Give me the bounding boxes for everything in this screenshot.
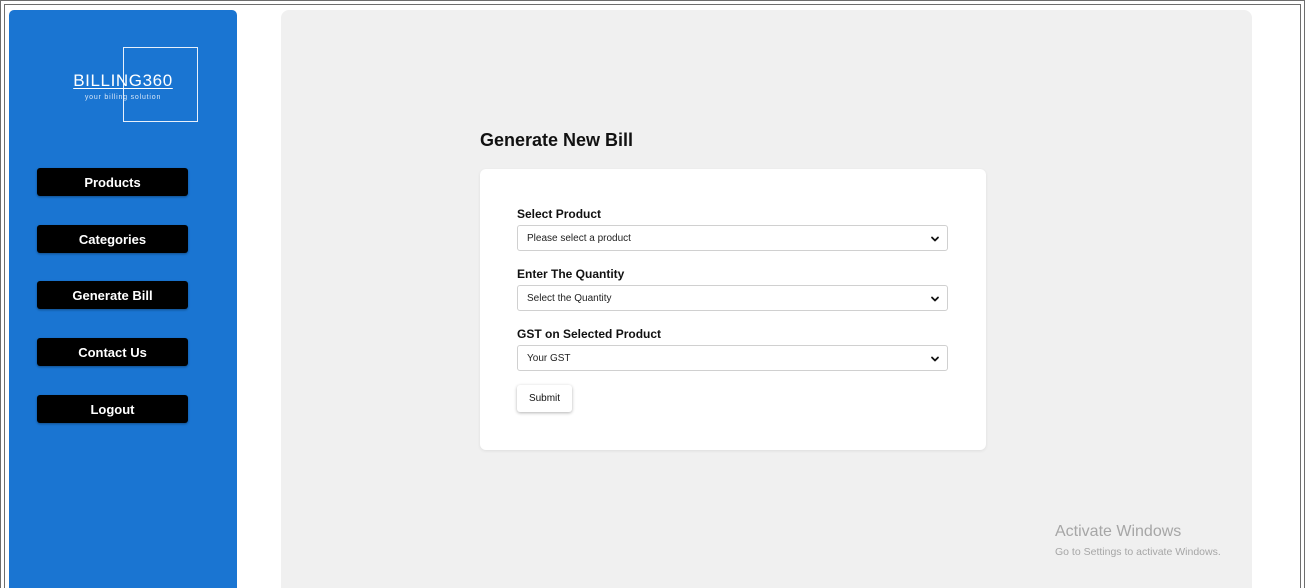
chevron-down-icon [931, 296, 939, 302]
sidebar-item-generate-bill[interactable]: Generate Bill [37, 281, 188, 309]
bill-form-card: Select Product Please select a product E… [480, 169, 986, 450]
activate-windows-title: Activate Windows [1055, 523, 1182, 540]
chevron-down-icon [931, 236, 939, 242]
sidebar-item-products[interactable]: Products [37, 168, 188, 196]
quantity-select[interactable]: Select the Quantity [517, 285, 948, 311]
main-content: Generate New Bill Select Product Please … [281, 10, 1252, 588]
sidebar: BILLING360 your billing solution Product… [9, 10, 237, 588]
sidebar-item-logout[interactable]: Logout [37, 395, 188, 423]
brand-tagline: your billing solution [84, 94, 162, 101]
chevron-down-icon [931, 356, 939, 362]
product-select[interactable]: Please select a product [517, 225, 948, 251]
quantity-label: Enter The Quantity [517, 267, 625, 281]
sidebar-item-contact-us[interactable]: Contact Us [37, 338, 188, 366]
submit-button[interactable]: Submit [517, 385, 572, 412]
gst-label: GST on Selected Product [517, 327, 662, 341]
quantity-select-value: Select the Quantity [527, 292, 612, 304]
product-label: Select Product [517, 207, 602, 221]
brand-title: BILLING360 [73, 71, 173, 90]
sidebar-item-categories[interactable]: Categories [37, 225, 188, 253]
page-title: Generate New Bill [480, 130, 634, 150]
product-select-value: Please select a product [527, 232, 631, 244]
activate-windows-subtitle: Go to Settings to activate Windows. [1055, 546, 1221, 558]
gst-select[interactable]: Your GST [517, 345, 948, 371]
gst-select-value: Your GST [527, 352, 571, 364]
